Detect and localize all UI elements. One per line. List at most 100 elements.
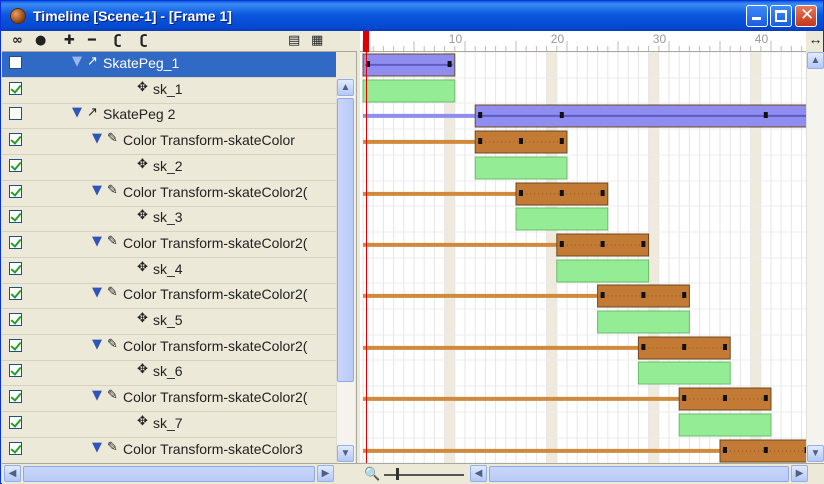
timeline-scroll-up-button[interactable]: ▲ <box>807 52 824 69</box>
effect-icon: ✎ <box>107 285 118 300</box>
layers-icon[interactable]: ▦ <box>311 33 323 48</box>
timeline-scroll-down-button[interactable]: ▼ <box>807 445 824 462</box>
scroll-down-button[interactable]: ▼ <box>337 445 354 462</box>
effect-icon: ✎ <box>107 131 118 146</box>
keyframe-marker <box>723 447 727 453</box>
keyframe-marker <box>723 344 727 350</box>
add-layer-icon[interactable]: ✚ <box>64 33 75 48</box>
zoom-slider-handle[interactable] <box>396 468 399 480</box>
layer-enable-checkbox[interactable] <box>9 210 22 223</box>
peg-bar <box>362 53 456 77</box>
drawing-bar <box>678 413 772 437</box>
drawing-icon: ✥ <box>137 80 148 95</box>
maximize-button[interactable] <box>770 5 792 27</box>
timeline-hscroll-thumb[interactable] <box>489 466 789 482</box>
timeline-hscroll-right-button[interactable]: ▶ <box>791 465 808 482</box>
record-tool-icon[interactable]: ● <box>35 33 46 48</box>
layer-enable-checkbox[interactable] <box>9 313 22 326</box>
keyframe-marker <box>641 292 646 298</box>
keyframe-marker <box>559 241 564 247</box>
expand-toggle-icon[interactable]: ▼ <box>92 234 102 249</box>
layer-row[interactable]: ▼ ✎ Color Transform-skateColor <box>2 129 336 155</box>
expand-toggle-icon[interactable]: ▼ <box>72 54 82 69</box>
keyframe-marker <box>723 395 727 401</box>
layer-list-scrollbar[interactable]: ▲ ▼ <box>336 79 355 463</box>
layer-row[interactable]: ✥ sk_4 <box>2 258 336 284</box>
layer-hscroll-right-button[interactable]: ▶ <box>317 465 334 482</box>
layer-row[interactable]: ✥ sk_5 <box>2 309 336 335</box>
link-tool-icon[interactable]: ∞ <box>12 33 23 48</box>
minimize-button[interactable] <box>746 5 768 27</box>
layer-enable-checkbox[interactable] <box>9 159 22 172</box>
expand-toggle-icon[interactable]: ▼ <box>92 285 102 300</box>
layer-enable-checkbox[interactable] <box>9 416 22 429</box>
layer-row[interactable]: ▼ ↗ SkatePeg 2 <box>2 103 336 129</box>
expand-toggle-icon[interactable]: ▼ <box>92 388 102 403</box>
expand-toggle-icon[interactable]: ▼ <box>92 131 102 146</box>
peg-bar <box>474 104 806 128</box>
frame-grid[interactable] <box>360 52 806 463</box>
effect-icon: ✎ <box>107 337 118 352</box>
layer-name: Color Transform-skateColor2( <box>123 286 308 302</box>
title-bar[interactable]: Timeline [Scene-1] - [Frame 1] ✕ <box>1 1 823 31</box>
timeline-grid-pane[interactable]: 10 20 30 40 <box>360 31 806 463</box>
layer-enable-checkbox[interactable] <box>9 339 22 352</box>
zoom-slider[interactable] <box>384 468 464 480</box>
layer-row[interactable]: ✥ sk_2 <box>2 155 336 181</box>
layer-enable-checkbox[interactable] <box>9 364 22 377</box>
keyframe-marker <box>559 138 564 144</box>
remove-layer-icon[interactable]: ━ <box>88 33 96 48</box>
layer-enable-checkbox[interactable] <box>9 442 22 455</box>
layer-hscroll-left-button[interactable]: ◀ <box>4 465 21 482</box>
expand-toggle-icon[interactable]: ▼ <box>72 105 82 120</box>
drawing-bar <box>597 310 690 334</box>
frame-nav-icon[interactable]: ↔ <box>806 31 824 52</box>
layer-enable-checkbox[interactable] <box>9 56 22 69</box>
expand-toggle-icon[interactable]: ▼ <box>92 440 102 455</box>
layer-row[interactable]: ✥ sk_1 <box>2 78 336 104</box>
expand-toggle-icon[interactable]: ▼ <box>92 337 102 352</box>
layer-row[interactable]: ▼ ✎ Color Transform-skateColor2( <box>2 283 336 309</box>
close-button[interactable]: ✕ <box>795 5 817 27</box>
keyframe-marker <box>559 190 564 196</box>
layer-hscroll-thumb[interactable] <box>23 466 315 482</box>
attach-effect-icon[interactable]: ʗ <box>114 33 121 48</box>
scroll-up-button[interactable]: ▲ <box>337 79 354 96</box>
layer-enable-checkbox[interactable] <box>9 287 22 300</box>
layer-row[interactable]: ▼ ✎ Color Transform-skateColor3 <box>2 438 336 463</box>
layer-enable-checkbox[interactable] <box>9 262 22 275</box>
drawing-bar <box>362 79 456 103</box>
layer-row[interactable]: ✥ sk_6 <box>2 360 336 386</box>
layer-row[interactable]: ✥ sk_7 <box>2 412 336 438</box>
zoom-icon[interactable]: 🔍 <box>364 466 380 482</box>
frame-ruler[interactable]: 10 20 30 40 <box>360 31 806 52</box>
drawing-bar <box>556 259 650 283</box>
keyframe-marker <box>641 344 646 350</box>
layer-enable-checkbox[interactable] <box>9 107 22 120</box>
layer-enable-checkbox[interactable] <box>9 236 22 249</box>
keyframe-marker <box>519 138 523 144</box>
drawing-icon: ✥ <box>137 157 148 172</box>
lock-icon[interactable]: ▤ <box>288 33 300 48</box>
layer-name: Color Transform-skateColor2( <box>123 389 308 405</box>
layer-toolbar: ∞ ● ✚ ━ ʗ ʗ ▤ ▦ <box>2 31 357 52</box>
layer-row[interactable]: ▼ ✎ Color Transform-skateColor2( <box>2 335 336 361</box>
timeline-scrollbar[interactable]: ▲ ▼ <box>806 52 824 463</box>
layer-enable-checkbox[interactable] <box>9 133 22 146</box>
layer-enable-checkbox[interactable] <box>9 82 22 95</box>
layer-row[interactable]: ▼ ✎ Color Transform-skateColor2( <box>2 181 336 207</box>
expand-toggle-icon[interactable]: ▼ <box>92 183 102 198</box>
scroll-thumb[interactable] <box>337 98 354 382</box>
pane-divider[interactable] <box>356 52 357 463</box>
ruler-label: 10 <box>449 32 463 46</box>
layer-row[interactable]: ▼ ✎ Color Transform-skateColor2( <box>2 232 336 258</box>
layer-row[interactable]: ▼ ✎ Color Transform-skateColor2( <box>2 386 336 412</box>
layer-row[interactable]: ✥ sk_3 <box>2 206 336 232</box>
layer-row[interactable]: ▼ ↗ SkatePeg_1 <box>2 52 336 78</box>
layer-enable-checkbox[interactable] <box>9 185 22 198</box>
playhead[interactable] <box>363 31 369 463</box>
layer-enable-checkbox[interactable] <box>9 390 22 403</box>
drawing-icon: ✥ <box>137 260 148 275</box>
timeline-hscroll-left-button[interactable]: ◀ <box>470 465 487 482</box>
detach-effect-icon[interactable]: ʗ <box>140 33 147 48</box>
